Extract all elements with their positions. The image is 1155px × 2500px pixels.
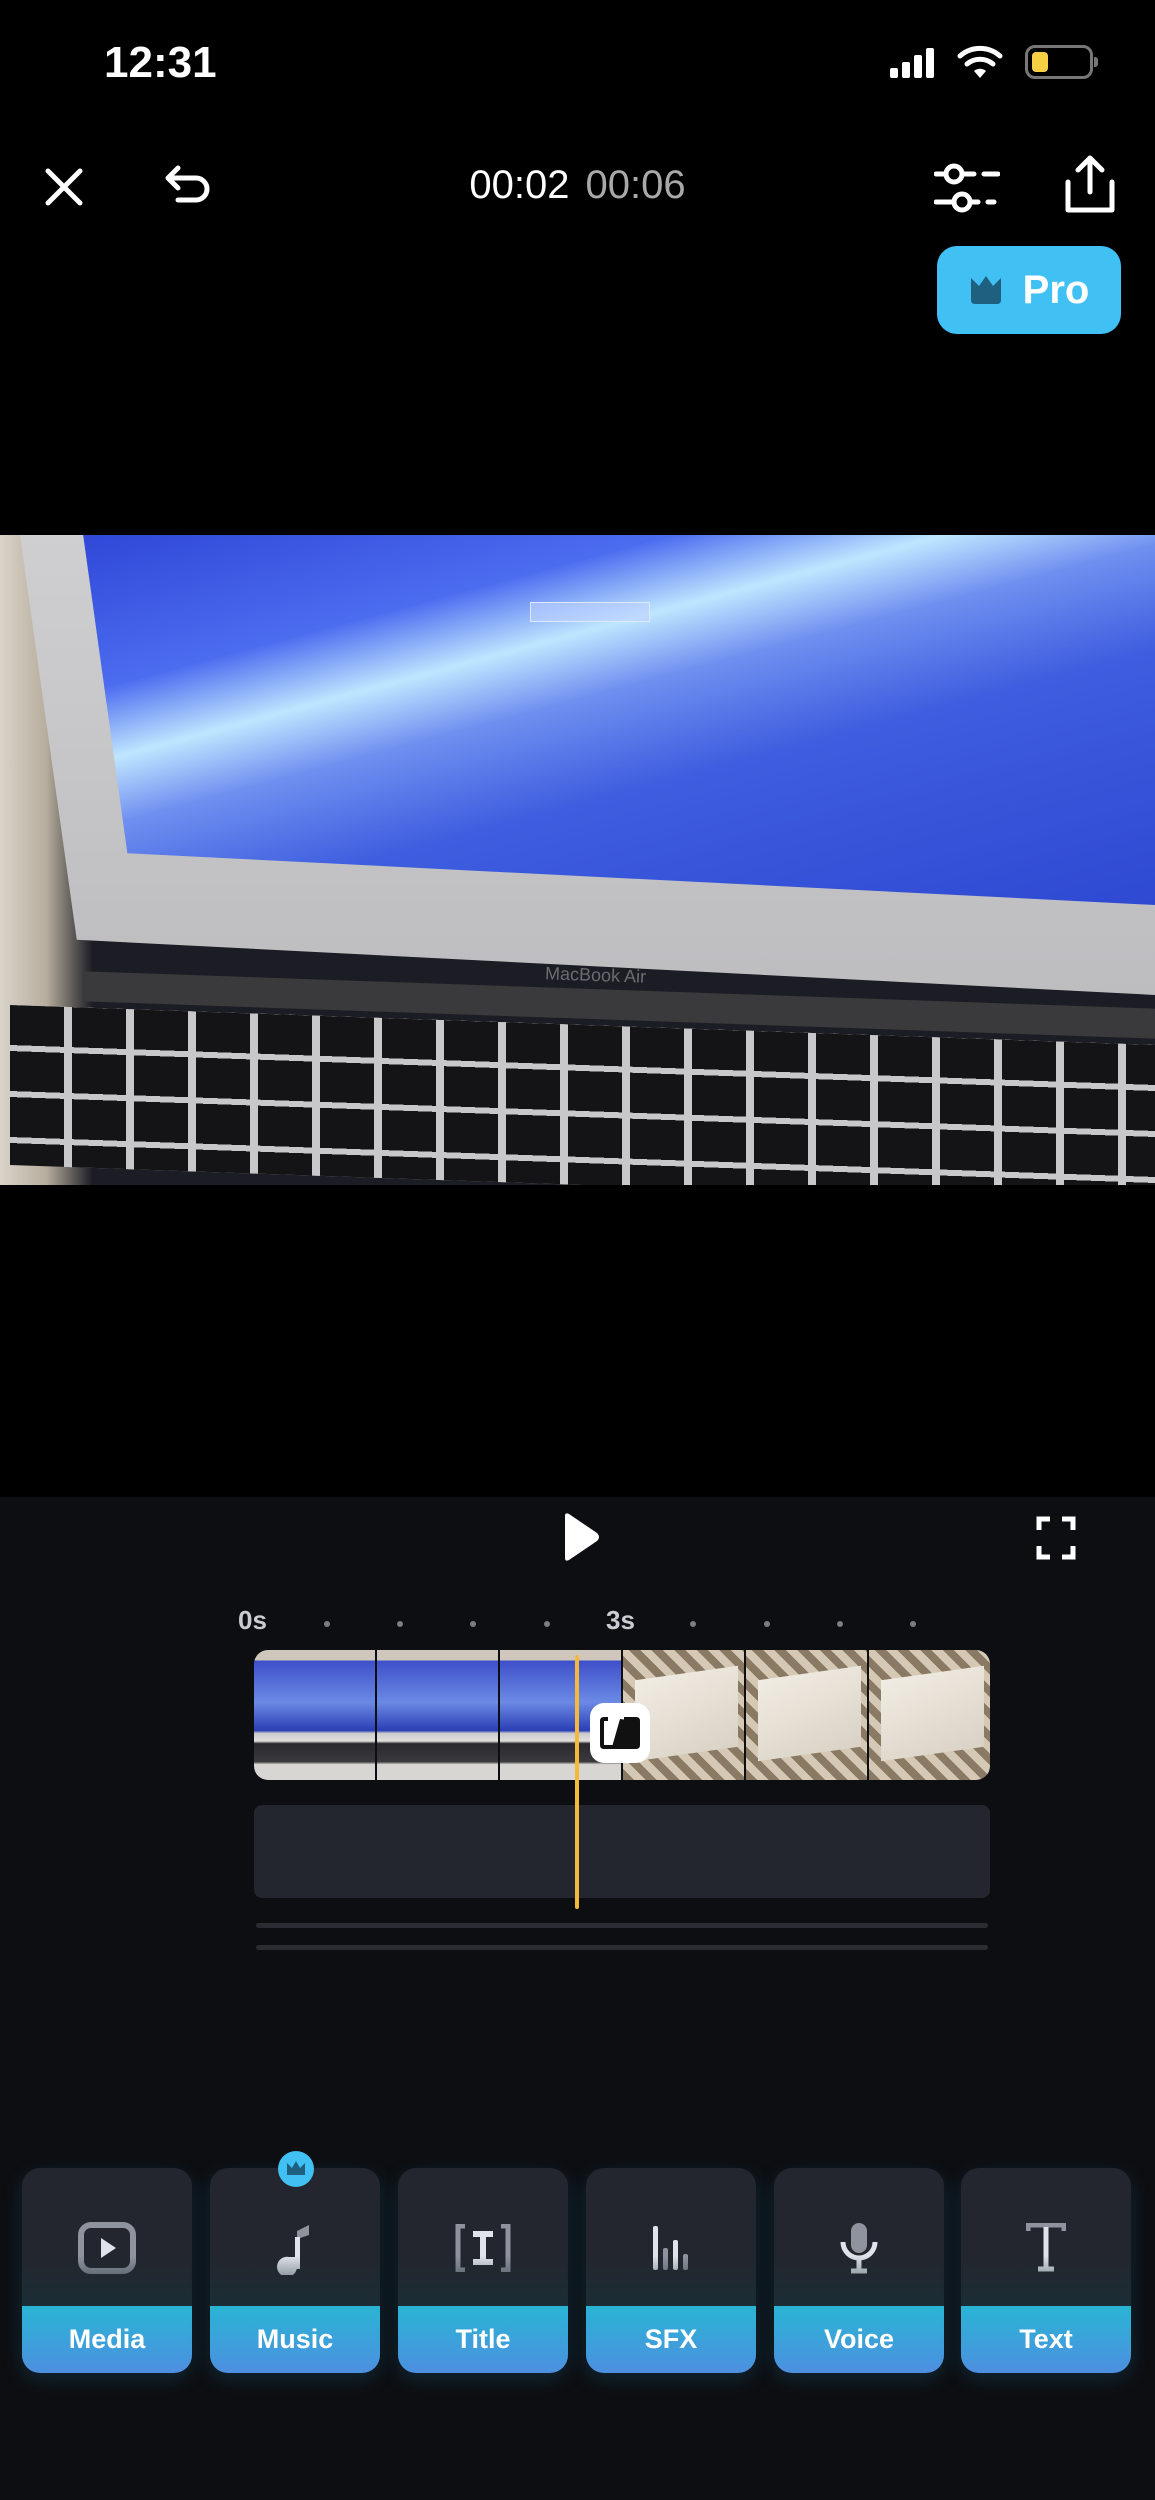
video-preview[interactable]: MacBook Air [0, 535, 1155, 1185]
ruler-tick [690, 1621, 696, 1627]
tool-label: Music [210, 2306, 380, 2373]
track-line [256, 1923, 988, 1928]
play-icon[interactable] [555, 1512, 605, 1562]
current-time: 00:02 [469, 163, 570, 207]
ruler-tick [837, 1621, 843, 1627]
signal-icon [890, 48, 940, 78]
tool-text[interactable]: Text [961, 2168, 1131, 2373]
ruler-tick [764, 1621, 770, 1627]
brand-text: MacBook Air [544, 963, 647, 987]
tool-label: Voice [774, 2306, 944, 2373]
battery-icon [1025, 45, 1098, 79]
pro-label: Pro [1022, 267, 1090, 312]
ruler-label-3s: 3s [606, 1605, 635, 1635]
tool-sfx[interactable]: SFX [586, 2168, 756, 2373]
clip-thumbnail [377, 1650, 500, 1780]
wifi-icon [957, 45, 1003, 78]
ruler-tick [324, 1621, 330, 1627]
adjust-icon[interactable] [934, 160, 1000, 216]
transition-button[interactable] [590, 1703, 650, 1763]
ruler-tick [470, 1621, 476, 1627]
total-time: 00:06 [585, 163, 686, 207]
tool-music[interactable]: Music [210, 2168, 380, 2373]
clip-thumbnail [254, 1650, 377, 1780]
status-time: 12:31 [104, 38, 217, 87]
ruler-tick [397, 1621, 403, 1627]
transition-icon [600, 1717, 640, 1749]
tool-voice[interactable]: Voice [774, 2168, 944, 2373]
track-line [256, 1945, 988, 1950]
password-field [530, 602, 650, 622]
tool-label: Text [961, 2306, 1131, 2373]
share-icon[interactable] [1062, 154, 1118, 214]
pro-badge-crown-icon [278, 2151, 314, 2187]
clip-thumbnail [869, 1650, 990, 1780]
audio-track[interactable] [254, 1805, 990, 1898]
laptop-screen [83, 535, 1155, 905]
tool-title[interactable]: Title [398, 2168, 568, 2373]
crown-icon [970, 276, 1001, 304]
pro-button[interactable]: Pro [937, 246, 1121, 334]
fullscreen-icon[interactable] [1036, 1516, 1076, 1560]
tool-label: SFX [586, 2306, 756, 2373]
tool-label: Title [398, 2306, 568, 2373]
ruler-tick [544, 1621, 550, 1627]
tool-media[interactable]: Media [22, 2168, 192, 2373]
ruler-tick [910, 1621, 916, 1627]
ruler-label-0s: 0s [238, 1605, 267, 1635]
clip-thumbnail [746, 1650, 869, 1780]
playhead[interactable] [575, 1655, 579, 1909]
tool-label: Media [22, 2306, 192, 2373]
